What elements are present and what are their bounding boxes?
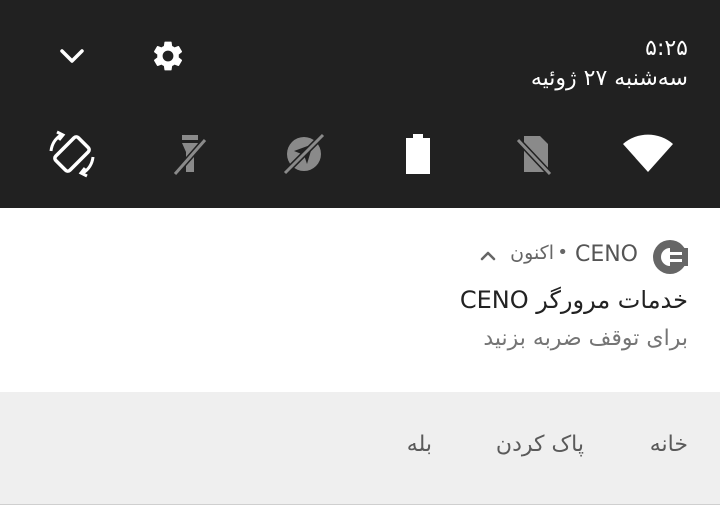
battery-icon	[406, 134, 430, 174]
clear-action-button[interactable]: پاک کردن	[496, 432, 584, 457]
battery-tile[interactable]	[392, 128, 444, 180]
notification-actions: خانه پاک کردن بله	[0, 392, 720, 505]
yes-action-button[interactable]: بله	[407, 432, 432, 457]
settings-gear-icon[interactable]	[146, 34, 190, 78]
collapse-chevron-up-icon[interactable]	[478, 246, 498, 266]
ceno-logo-icon	[653, 240, 688, 274]
home-action-button[interactable]: خانه	[650, 432, 688, 457]
quick-settings-panel: ۵:۲۵ سه‌شنبه ۲۷ ژوئیه	[0, 0, 720, 208]
location-tile[interactable]	[278, 128, 330, 180]
sim-tile[interactable]	[508, 128, 560, 180]
flashlight-off-icon	[172, 135, 208, 176]
expand-chevron-down-icon[interactable]	[52, 36, 92, 76]
clock: ۵:۲۵	[645, 36, 688, 61]
flashlight-tile[interactable]	[164, 128, 216, 180]
no-sim-icon	[515, 136, 553, 176]
notification-app-name: CENO	[574, 242, 638, 267]
wifi-icon	[623, 134, 673, 172]
notification-time: اکنون	[510, 242, 554, 264]
rotate-icon	[49, 130, 95, 178]
date: سه‌شنبه ۲۷ ژوئیه	[530, 66, 688, 91]
notification-separator: •	[557, 242, 568, 263]
auto-rotate-tile[interactable]	[46, 128, 98, 180]
notification-body: برای توقف ضربه بزنید	[483, 326, 688, 351]
wifi-tile[interactable]	[622, 128, 674, 180]
notification-title: خدمات مرورگر CENO	[459, 286, 688, 314]
ceno-notification[interactable]: CENO • اکنون خدمات مرورگر CENO برای توقف…	[0, 208, 720, 392]
location-off-icon	[282, 132, 326, 176]
